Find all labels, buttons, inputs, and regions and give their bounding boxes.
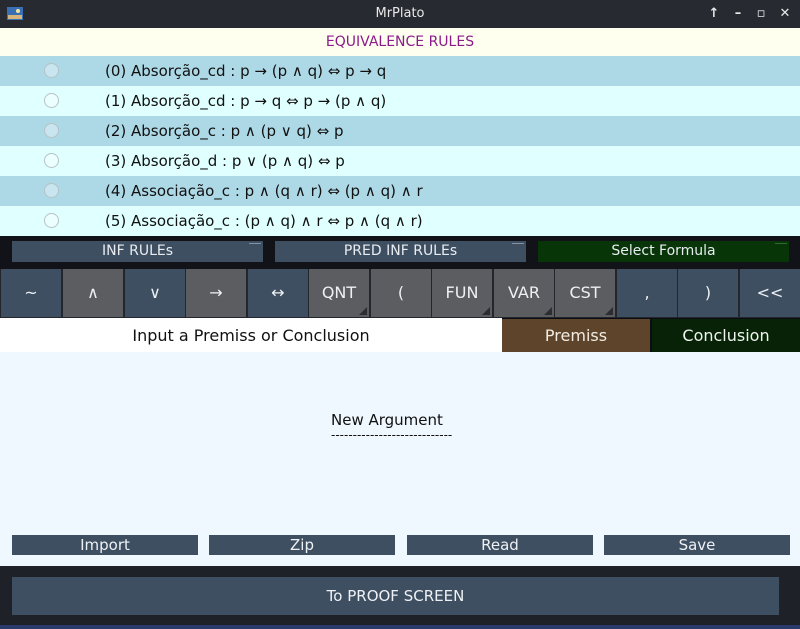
key-or[interactable]: ∨	[125, 269, 185, 317]
formula-input-label: Input a Premiss or Conclusion	[132, 326, 370, 345]
page-title: EQUIVALENCE RULES	[0, 28, 800, 56]
key-and[interactable]: ∧	[63, 269, 123, 317]
key-comma[interactable]: ,	[617, 269, 677, 317]
submenu-corner-icon	[605, 307, 613, 315]
radio-button[interactable]	[44, 93, 59, 108]
key-label: ↔	[271, 283, 285, 302]
rule-item[interactable]: (3) Absorção_d : p ∨ (p ∧ q) ⇔ p	[0, 146, 800, 176]
pred-inf-rules-dropdown[interactable]: PRED INF RULEs	[275, 241, 526, 262]
app-icon	[7, 7, 23, 20]
rule-label: (4) Associação_c : p ∧ (q ∧ r) ⇔ (p ∧ q)…	[105, 182, 423, 200]
rule-item[interactable]: (1) Absorção_cd : p → q ⇔ p → (p ∧ q)	[0, 86, 800, 116]
save-button[interactable]: Save	[604, 535, 790, 555]
argument-underline: ----------------------------	[331, 428, 453, 442]
restore-icon[interactable]: ▫	[752, 5, 770, 23]
key-label: ∧	[87, 283, 99, 302]
read-button[interactable]: Read	[407, 535, 593, 555]
minimize-icon[interactable]: –	[729, 5, 747, 23]
submenu-corner-icon	[482, 307, 490, 315]
rule-item[interactable]: (5) Associação_c : (p ∧ q) ∧ r ⇔ p ∧ (q …	[0, 206, 800, 236]
key-backspace[interactable]: <<	[740, 269, 800, 317]
key-open-paren[interactable]: (	[371, 269, 431, 317]
import-button[interactable]: Import	[12, 535, 198, 555]
zip-button[interactable]: Zip	[209, 535, 395, 555]
rule-item[interactable]: (0) Absorção_cd : p → (p ∧ q) ⇔ p → q	[0, 56, 800, 86]
radio-button[interactable]	[44, 123, 59, 138]
maximize-up-icon[interactable]: ↑	[705, 5, 723, 23]
rule-label: (2) Absorção_c : p ∧ (p ∨ q) ⇔ p	[105, 122, 344, 140]
key-negation[interactable]: ~	[1, 269, 61, 317]
key-qnt[interactable]: QNT	[309, 269, 369, 317]
select-formula-dropdown[interactable]: Select Formula	[538, 241, 789, 262]
desktop-strip	[0, 625, 800, 629]
key-label: ∨	[149, 283, 161, 302]
dropdown-corner-icon	[775, 243, 787, 244]
key-label: )	[704, 283, 712, 302]
close-icon[interactable]: ✕	[776, 5, 794, 23]
radio-button[interactable]	[44, 63, 59, 78]
key-implies[interactable]: →	[186, 269, 246, 317]
key-biconditional[interactable]: ↔	[248, 269, 308, 317]
key-label: QNT	[321, 283, 357, 302]
inf-rules-label: INF RULEs	[101, 243, 174, 259]
argument-title: New Argument	[331, 411, 443, 429]
title-bar[interactable]: MrPlato ↑ – ▫ ✕	[0, 0, 800, 28]
key-label: <<	[756, 283, 784, 302]
rule-label: (5) Associação_c : (p ∧ q) ∧ r ⇔ p ∧ (q …	[105, 212, 423, 230]
dropdown-corner-icon	[249, 243, 261, 244]
key-label: FUN	[445, 283, 479, 302]
key-fun[interactable]: FUN	[432, 269, 492, 317]
rule-item[interactable]: (2) Absorção_c : p ∧ (p ∨ q) ⇔ p	[0, 116, 800, 146]
key-var[interactable]: VAR	[494, 269, 554, 317]
to-proof-screen-button[interactable]: To PROOF SCREEN	[12, 577, 779, 615]
rule-label: (3) Absorção_d : p ∨ (p ∧ q) ⇔ p	[105, 152, 345, 170]
dropdown-corner-icon	[512, 243, 524, 244]
key-label: CST	[569, 283, 601, 302]
conclusion-button[interactable]: Conclusion	[652, 319, 800, 352]
window-title: MrPlato	[375, 6, 425, 21]
key-label: →	[209, 283, 223, 302]
inf-rules-dropdown[interactable]: INF RULEs	[12, 241, 263, 262]
rule-label: (0) Absorção_cd : p → (p ∧ q) ⇔ p → q	[105, 62, 387, 80]
submenu-corner-icon	[359, 307, 367, 315]
argument-panel	[0, 352, 800, 566]
key-label: (	[397, 283, 405, 302]
rule-label: (1) Absorção_cd : p → q ⇔ p → (p ∧ q)	[105, 92, 387, 110]
submenu-corner-icon	[544, 307, 552, 315]
radio-button[interactable]	[44, 213, 59, 228]
radio-button[interactable]	[44, 153, 59, 168]
key-cst[interactable]: CST	[555, 269, 615, 317]
rules-list: (0) Absorção_cd : p → (p ∧ q) ⇔ p → q (1…	[0, 56, 800, 236]
radio-button[interactable]	[44, 183, 59, 198]
key-label: ,	[644, 283, 650, 302]
premiss-button[interactable]: Premiss	[502, 319, 650, 352]
rule-item[interactable]: (4) Associação_c : p ∧ (q ∧ r) ⇔ (p ∧ q)…	[0, 176, 800, 206]
key-label: ~	[24, 283, 38, 302]
key-close-paren[interactable]: )	[678, 269, 738, 317]
key-label: VAR	[508, 283, 540, 302]
pred-inf-rules-label: PRED INF RULEs	[343, 243, 458, 259]
select-formula-label: Select Formula	[611, 243, 716, 259]
